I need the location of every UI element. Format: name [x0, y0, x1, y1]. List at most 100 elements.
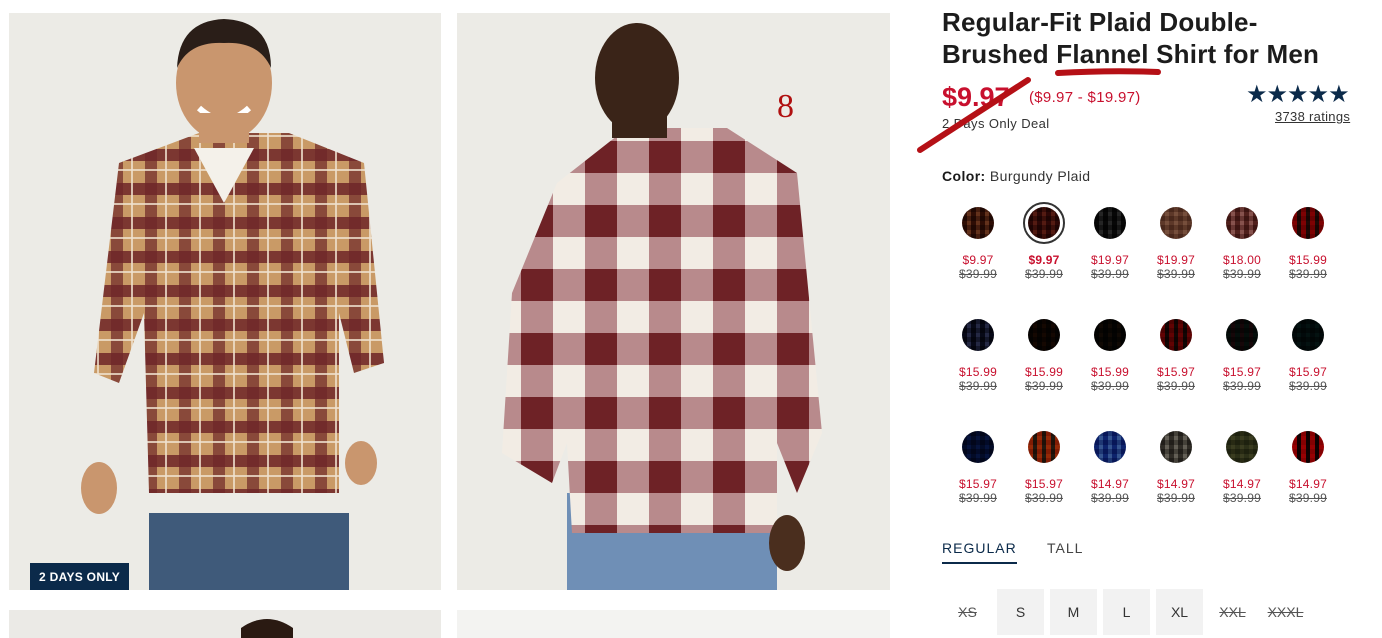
model-back-illustration	[502, 23, 822, 590]
swatch-plaid-icon	[962, 431, 994, 463]
swatch-plaid-icon	[1226, 207, 1258, 239]
swatch-sale-price: $15.99	[1091, 365, 1129, 379]
swatch-original-price: $39.99	[1289, 491, 1327, 505]
color-value: Burgundy Plaid	[989, 168, 1091, 184]
color-swatch[interactable]: $9.97 $39.99	[945, 202, 1011, 281]
color-swatch[interactable]: $19.97 $39.99	[1143, 202, 1209, 281]
price-range: ($9.97 - $19.97)	[1029, 89, 1141, 106]
model-head-illustration	[241, 619, 293, 638]
swatch-original-price: $39.99	[959, 379, 997, 393]
swatch-original-price: $39.99	[959, 491, 997, 505]
swatch-sale-price: $14.97	[1091, 477, 1129, 491]
annotation-number: 8	[777, 88, 794, 125]
swatch-plaid-icon	[1160, 319, 1192, 351]
size-option-xxl[interactable]: XXL	[1209, 589, 1256, 635]
swatch-plaid-icon	[962, 207, 994, 239]
color-swatch[interactable]: $15.97 $39.99	[1209, 314, 1275, 393]
size-option-s[interactable]: S	[997, 589, 1044, 635]
swatch-sale-price: $19.97	[1091, 253, 1129, 267]
swatch-sale-price: $15.97	[1025, 477, 1063, 491]
swatch-plaid-icon	[1028, 207, 1060, 239]
color-swatch[interactable]: $14.97 $39.99	[1143, 426, 1209, 505]
swatch-plaid-icon	[1028, 319, 1060, 351]
swatch-sale-price: $15.97	[959, 477, 997, 491]
ratings-count-link[interactable]: 3738 ratings	[1275, 109, 1350, 124]
swatch-plaid-icon	[1094, 207, 1126, 239]
swatch-original-price: $39.99	[1223, 267, 1261, 281]
product-photo-back[interactable]	[457, 13, 890, 590]
swatch-original-price: $39.99	[1157, 491, 1195, 505]
swatch-original-price: $39.99	[1025, 267, 1063, 281]
color-swatch[interactable]: $19.97 $39.99	[1077, 202, 1143, 281]
swatch-original-price: $39.99	[1157, 267, 1195, 281]
swatch-original-price: $39.99	[1025, 379, 1063, 393]
title-line-2a: Brushed	[942, 39, 1057, 69]
swatch-sale-price: $19.97	[1157, 253, 1195, 267]
title-line-2c: Shirt for Men	[1148, 39, 1320, 69]
sale-price: $9.97	[942, 82, 1010, 112]
model-front-illustration	[81, 19, 384, 590]
swatch-plaid-icon	[1292, 319, 1324, 351]
color-swatch[interactable]: $15.99 $39.99	[1077, 314, 1143, 393]
product-photo-3[interactable]	[9, 610, 441, 638]
color-swatch[interactable]: $18.00 $39.99	[1209, 202, 1275, 281]
size-option-xxxl[interactable]: XXXL	[1262, 589, 1309, 635]
swatch-plaid-icon	[1226, 431, 1258, 463]
swatch-sale-price: $14.97	[1157, 477, 1195, 491]
swatch-plaid-icon	[1094, 319, 1126, 351]
swatch-plaid-icon	[1160, 207, 1192, 239]
product-photo-front[interactable]: 2 DAYS ONLY	[9, 13, 441, 590]
tab-regular[interactable]: REGULAR	[942, 540, 1017, 564]
swatch-sale-price: $15.97	[1289, 365, 1327, 379]
size-option-xl[interactable]: XL	[1156, 589, 1203, 635]
color-swatch[interactable]: $15.97 $39.99	[1275, 314, 1341, 393]
swatch-original-price: $39.99	[1289, 379, 1327, 393]
swatch-sale-price: $15.99	[1025, 365, 1063, 379]
color-label-row: Color: Burgundy Plaid	[942, 168, 1090, 184]
color-swatch[interactable]: $9.97 $39.99	[1011, 202, 1077, 281]
size-option-m[interactable]: M	[1050, 589, 1097, 635]
swatch-original-price: $39.99	[1091, 379, 1129, 393]
swatch-original-price: $39.99	[1289, 267, 1327, 281]
swatch-plaid-icon	[1094, 431, 1126, 463]
size-option-l[interactable]: L	[1103, 589, 1150, 635]
tab-tall[interactable]: TALL	[1047, 540, 1083, 556]
swatch-sale-price: $15.97	[1157, 365, 1195, 379]
color-swatch[interactable]: $15.97 $39.99	[1011, 426, 1077, 505]
selected-swatch-ring	[1023, 202, 1065, 244]
swatch-sale-price: $15.97	[1223, 365, 1261, 379]
product-photo-4[interactable]	[457, 610, 890, 638]
swatch-plaid-icon	[1292, 431, 1324, 463]
color-swatch[interactable]: $14.97 $39.99	[1275, 426, 1341, 505]
color-swatch[interactable]: $14.97 $39.99	[1077, 426, 1143, 505]
swatch-sale-price: $15.99	[959, 365, 997, 379]
swatch-plaid-icon	[1226, 319, 1258, 351]
color-swatch[interactable]: $14.97 $39.99	[1209, 426, 1275, 505]
swatch-plaid-icon	[1160, 431, 1192, 463]
color-swatch[interactable]: $15.99 $39.99	[1011, 314, 1077, 393]
swatch-original-price: $39.99	[1223, 379, 1261, 393]
swatch-original-price: $39.99	[1091, 267, 1129, 281]
swatch-original-price: $39.99	[1091, 491, 1129, 505]
swatch-original-price: $39.99	[959, 267, 997, 281]
swatch-original-price: $39.99	[1157, 379, 1195, 393]
size-option-xs[interactable]: XS	[944, 589, 991, 635]
color-label: Color:	[942, 168, 986, 184]
swatch-sale-price: $18.00	[1223, 253, 1261, 267]
title-line-1: Regular-Fit Plaid Double-	[942, 7, 1258, 37]
swatch-sale-price: $9.97	[1028, 253, 1060, 267]
product-title: Regular-Fit Plaid Double- Brushed Flanne…	[942, 6, 1362, 70]
color-swatch[interactable]: $15.99 $39.99	[1275, 202, 1341, 281]
two-days-only-badge: 2 DAYS ONLY	[30, 563, 130, 590]
color-swatch[interactable]: $15.99 $39.99	[945, 314, 1011, 393]
swatch-plaid-icon	[1028, 431, 1060, 463]
swatch-plaid-icon	[962, 319, 994, 351]
color-swatch[interactable]: $15.97 $39.99	[945, 426, 1011, 505]
swatch-sale-price: $9.97	[962, 253, 994, 267]
swatch-plaid-icon	[1292, 207, 1324, 239]
swatch-sale-price: $14.97	[1223, 477, 1261, 491]
swatch-sale-price: $14.97	[1289, 477, 1327, 491]
swatch-sale-price: $15.99	[1289, 253, 1327, 267]
color-swatch[interactable]: $15.97 $39.99	[1143, 314, 1209, 393]
star-rating-icon: ★★★★★	[1246, 81, 1350, 108]
